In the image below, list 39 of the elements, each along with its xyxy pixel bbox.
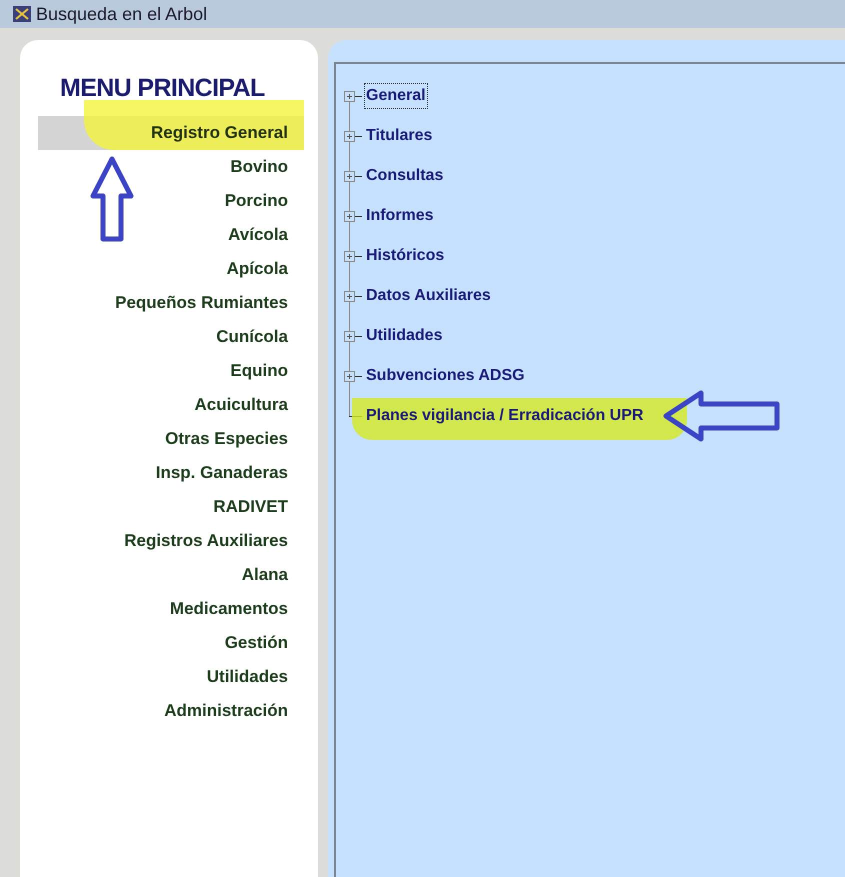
menu-item[interactable]: Registros Auxiliares — [124, 528, 288, 554]
tree-item[interactable]: Planes vigilancia / Erradicación UPR — [364, 403, 646, 429]
tree-item[interactable]: Históricos — [364, 243, 446, 269]
tree-item[interactable]: Consultas — [364, 163, 446, 189]
menu-title: MENU PRINCIPAL — [60, 74, 265, 102]
expand-plus-icon[interactable] — [344, 370, 355, 382]
expand-plus-icon[interactable] — [344, 250, 355, 262]
expand-plus-icon[interactable] — [344, 170, 355, 182]
up-arrow-icon — [90, 156, 134, 242]
tree-item[interactable]: Utilidades — [364, 323, 444, 349]
expand-plus-icon[interactable] — [344, 290, 355, 302]
window-title: Busqueda en el Arbol — [36, 5, 208, 23]
menu-item[interactable]: Avícola — [228, 222, 288, 248]
menu-item[interactable]: Pequeños Rumiantes — [115, 290, 288, 316]
app-icon — [12, 5, 32, 23]
tree-item[interactable]: Subvenciones ADSG — [364, 363, 527, 389]
expand-plus-icon[interactable] — [344, 90, 355, 102]
tree-item[interactable]: Titulares — [364, 123, 434, 149]
left-arrow-icon — [663, 390, 782, 442]
menu-item[interactable]: Gestión — [224, 630, 288, 656]
menu-item[interactable]: Administración — [164, 698, 288, 724]
menu-item[interactable]: Apícola — [226, 256, 288, 282]
expand-plus-icon[interactable] — [344, 210, 355, 222]
menu-item[interactable]: Equino — [230, 358, 288, 384]
menu-item[interactable]: Insp. Ganaderas — [156, 460, 288, 486]
tree-item[interactable]: General — [364, 83, 428, 109]
menu-item[interactable]: Bovino — [230, 154, 288, 180]
menu-item[interactable]: Alana — [242, 562, 288, 588]
menu-item[interactable]: Utilidades — [206, 664, 288, 690]
menu-item[interactable]: Acuicultura — [194, 392, 288, 418]
menu-item[interactable]: Medicamentos — [170, 596, 288, 622]
menu-item[interactable]: Otras Especies — [165, 426, 288, 452]
menu-item[interactable]: RADIVET — [213, 494, 288, 520]
expand-plus-icon[interactable] — [344, 130, 355, 142]
tree-item[interactable]: Datos Auxiliares — [364, 283, 493, 309]
menu-item[interactable]: Porcino — [224, 188, 288, 214]
menu-item[interactable]: Cunícola — [216, 324, 288, 350]
tree-item[interactable]: Informes — [364, 203, 436, 229]
expand-plus-icon[interactable] — [344, 330, 355, 342]
